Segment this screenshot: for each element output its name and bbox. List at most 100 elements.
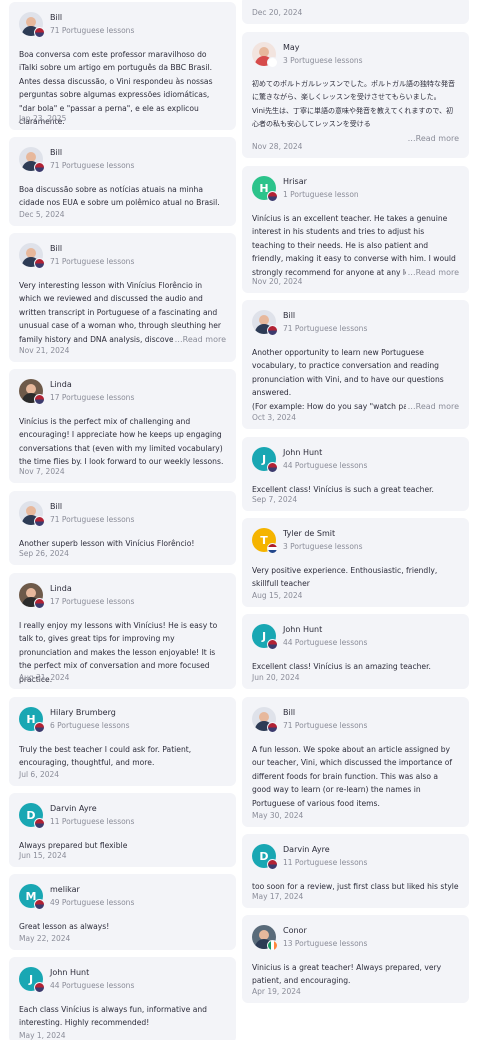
review-date: Dec 5, 2024 bbox=[19, 210, 65, 219]
reviewer-name[interactable]: Darvin Ayre bbox=[283, 845, 330, 854]
lesson-count: 71 Portuguese lessons bbox=[50, 26, 135, 35]
review-card: Bill 71 Portuguese lessons Boa conversa … bbox=[9, 2, 236, 130]
flag-icon bbox=[267, 325, 278, 336]
reviewer-name[interactable]: Bill bbox=[50, 148, 62, 157]
reviewer-name[interactable]: May bbox=[283, 43, 300, 52]
reviewer-name[interactable]: Bill bbox=[283, 708, 295, 717]
lesson-count: 44 Portuguese lessons bbox=[283, 638, 368, 647]
review-text: Excellent class! Vinícius is an amazing … bbox=[252, 662, 431, 671]
review-text: Boa discussão sobre as notícias atuais n… bbox=[19, 185, 220, 208]
lesson-count: 13 Portuguese lessons bbox=[283, 939, 368, 948]
lesson-count: 49 Portuguese lessons bbox=[50, 898, 135, 907]
flag-icon bbox=[267, 57, 278, 68]
review-card: M melikar 49 Portuguese lessons Great le… bbox=[9, 874, 236, 950]
flag-icon bbox=[34, 818, 45, 829]
flag-icon bbox=[267, 191, 278, 202]
lesson-count: 71 Portuguese lessons bbox=[50, 515, 135, 524]
reviewer-name[interactable]: Tyler de Smit bbox=[283, 529, 335, 538]
flag-icon bbox=[34, 899, 45, 910]
read-more-label[interactable]: Read more bbox=[183, 335, 226, 344]
flag-icon bbox=[267, 543, 278, 554]
lesson-count: 1 Portuguese lesson bbox=[283, 190, 359, 199]
reviewer-name[interactable]: Linda bbox=[50, 584, 72, 593]
lesson-count: 71 Portuguese lessons bbox=[50, 257, 135, 266]
reviewer-name[interactable]: Bill bbox=[50, 13, 62, 22]
read-more-link[interactable]: …Read more bbox=[405, 399, 459, 413]
reviewer-name[interactable]: Conor bbox=[283, 926, 307, 935]
reviewer-name[interactable]: John Hunt bbox=[283, 625, 322, 634]
lesson-count: 6 Portuguese lessons bbox=[50, 721, 130, 730]
flag-icon bbox=[34, 162, 45, 173]
flag-icon bbox=[267, 639, 278, 650]
review-date: Sep 26, 2024 bbox=[19, 549, 69, 558]
review-text: Truly the best teacher I could ask for. … bbox=[19, 745, 192, 768]
review-text: Vinicius is a great teacher! Always prep… bbox=[252, 963, 442, 986]
reviewer-name[interactable]: Bill bbox=[283, 311, 295, 320]
review-date: May 1, 2024 bbox=[19, 1031, 66, 1040]
review-card: Bill 71 Portuguese lessons Another super… bbox=[9, 491, 236, 565]
reviewer-name[interactable]: Hilary Brumberg bbox=[50, 708, 116, 717]
review-card: Linda 17 Portuguese lessons I really enj… bbox=[9, 573, 236, 689]
flag-icon bbox=[267, 859, 278, 870]
review-card: H Hilary Brumberg 6 Portuguese lessons T… bbox=[9, 697, 236, 786]
lesson-count: 44 Portuguese lessons bbox=[283, 461, 368, 470]
reviewer-name[interactable]: Bill bbox=[50, 502, 62, 511]
review-card: H Hrisar 1 Portuguese lesson Vinícius is… bbox=[242, 166, 469, 293]
lesson-count: 44 Portuguese lessons bbox=[50, 981, 135, 990]
flag-icon bbox=[34, 516, 45, 527]
reviewer-name[interactable]: Bill bbox=[50, 244, 62, 253]
lesson-count: 17 Portuguese lessons bbox=[50, 597, 135, 606]
read-more-label[interactable]: Read more bbox=[416, 268, 459, 277]
read-more-label[interactable]: Read more bbox=[416, 402, 459, 411]
lesson-count: 17 Portuguese lessons bbox=[50, 393, 135, 402]
review-card: J John Hunt 44 Portuguese lessons Excell… bbox=[242, 614, 469, 689]
review-date: Sep 7, 2024 bbox=[252, 495, 298, 504]
flag-icon bbox=[34, 598, 45, 609]
read-more-link[interactable]: …Read more bbox=[172, 332, 226, 346]
review-date: Nov 21, 2024 bbox=[19, 346, 70, 355]
lesson-count: 11 Portuguese lessons bbox=[283, 858, 368, 867]
flag-icon bbox=[34, 258, 45, 269]
review-card: Bill 71 Portuguese lessons Boa discussão… bbox=[9, 137, 236, 226]
review-card: Bill 71 Portuguese lessons Another oppor… bbox=[242, 300, 469, 429]
review-date: Dec 20, 2024 bbox=[252, 8, 303, 17]
reviewer-name[interactable]: Darvin Ayre bbox=[50, 804, 97, 813]
review-date: Aug 31, 2024 bbox=[19, 673, 70, 682]
read-more-label[interactable]: Read more bbox=[416, 134, 459, 143]
review-text: Great lesson as always! bbox=[19, 922, 110, 931]
flag-icon bbox=[267, 940, 278, 951]
flag-icon bbox=[34, 982, 45, 993]
lesson-count: 71 Portuguese lessons bbox=[50, 161, 135, 170]
lesson-count: 71 Portuguese lessons bbox=[283, 324, 368, 333]
review-card: J John Hunt 44 Portuguese lessons Each c… bbox=[9, 957, 236, 1040]
review-text: Each class Vinícius is always fun, infor… bbox=[19, 1005, 207, 1028]
flag-icon bbox=[267, 462, 278, 473]
reviewer-name[interactable]: melikar bbox=[50, 885, 80, 894]
reviewer-name[interactable]: John Hunt bbox=[50, 968, 89, 977]
review-text: 初めてのポルトガルレッスンでした。ポルトガル語の独特な発音に驚きながら、楽しくレ… bbox=[252, 80, 455, 129]
reviewer-name[interactable]: John Hunt bbox=[283, 448, 322, 457]
review-date: Jul 6, 2024 bbox=[19, 770, 60, 779]
review-card: D Darvin Ayre 11 Portuguese lessons too … bbox=[242, 834, 469, 908]
flag-icon bbox=[34, 27, 45, 38]
review-date: Jun 15, 2024 bbox=[19, 851, 67, 860]
review-card: Conor 13 Portuguese lessons Vinicius is … bbox=[242, 915, 469, 1003]
review-card: Bill 71 Portuguese lessons Very interest… bbox=[9, 233, 236, 362]
review-date: Jan 23, 2025 bbox=[19, 114, 67, 123]
review-date: May 30, 2024 bbox=[252, 811, 304, 820]
review-card: Linda 17 Portuguese lessons Vinícius is … bbox=[9, 369, 236, 483]
read-more-link[interactable]: …Read more bbox=[405, 131, 459, 145]
review-card: Bill 71 Portuguese lessons A fun lesson.… bbox=[242, 697, 469, 827]
review-date: Nov 20, 2024 bbox=[252, 277, 303, 286]
flag-icon bbox=[34, 722, 45, 733]
review-card: D Darvin Ayre 11 Portuguese lessons Alwa… bbox=[9, 793, 236, 867]
lesson-count: 3 Portuguese lessons bbox=[283, 56, 363, 65]
flag-icon bbox=[34, 394, 45, 405]
review-date: Apr 19, 2024 bbox=[252, 987, 301, 996]
review-text: Very positive experience. Enthousiastic,… bbox=[252, 566, 438, 589]
reviewer-name[interactable]: Linda bbox=[50, 380, 72, 389]
flag-icon bbox=[267, 722, 278, 733]
reviewer-name[interactable]: Hrisar bbox=[283, 177, 307, 186]
read-more-link[interactable]: …Read more bbox=[405, 265, 459, 279]
lesson-count: 11 Portuguese lessons bbox=[50, 817, 135, 826]
